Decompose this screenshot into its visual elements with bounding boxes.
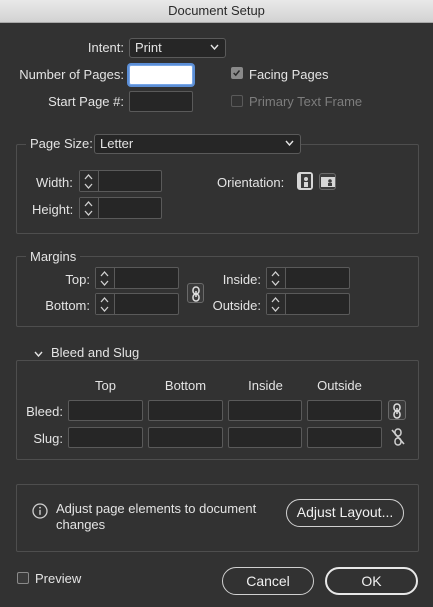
margins-group [16, 256, 419, 327]
portrait-orientation-button[interactable] [297, 172, 313, 190]
page-size-select[interactable]: Letter [94, 134, 301, 154]
margin-bottom-spinner[interactable] [95, 293, 179, 315]
slug-bottom-input[interactable] [148, 427, 223, 448]
window-title: Document Setup [168, 3, 265, 18]
column-header-top: Top [95, 378, 116, 393]
chevron-down-icon [285, 140, 294, 146]
portrait-icon [301, 174, 311, 188]
adjust-message-line-1: Adjust page elements to document [56, 501, 257, 516]
broken-link-icon [391, 428, 405, 446]
chevron-down-icon[interactable] [100, 280, 109, 286]
checkmark-icon [233, 70, 241, 77]
margin-bottom-label: Bottom: [45, 298, 90, 313]
chevron-down-icon[interactable] [271, 306, 280, 312]
slug-top-input[interactable] [68, 427, 143, 448]
cancel-button[interactable]: Cancel [222, 567, 314, 595]
chevron-up-icon[interactable] [84, 174, 93, 180]
start-page-label: Start Page #: [48, 94, 124, 109]
column-header-inside: Inside [248, 378, 283, 393]
chevron-down-icon[interactable] [84, 210, 93, 216]
intent-select[interactable]: Print [129, 38, 226, 58]
facing-pages-label: Facing Pages [249, 67, 329, 82]
preview-label: Preview [35, 571, 82, 586]
height-spinner[interactable] [79, 197, 162, 219]
bleed-inside-input[interactable] [228, 400, 302, 421]
page-size-value: Letter [100, 136, 134, 151]
link-icon [393, 403, 401, 419]
margin-inside-label: Inside: [222, 272, 261, 287]
bleed-top-input[interactable] [68, 400, 143, 421]
chevron-down-icon[interactable] [84, 183, 93, 189]
orientation-label: Orientation: [217, 175, 285, 190]
bleed-bottom-input[interactable] [148, 400, 223, 421]
adjust-message: Adjust page elements to document changes [56, 501, 256, 533]
bleed-slug-label: Bleed and Slug [51, 345, 140, 360]
chevron-up-icon[interactable] [100, 297, 109, 303]
chevron-up-icon[interactable] [100, 271, 109, 277]
adjust-layout-button[interactable]: Adjust Layout... [286, 499, 404, 527]
margin-outside-label: Outside: [212, 298, 261, 313]
bleed-label: Bleed: [26, 404, 63, 419]
primary-text-frame-label: Primary Text Frame [249, 94, 363, 109]
slug-inside-input[interactable] [228, 427, 302, 448]
margin-top-spinner[interactable] [95, 267, 179, 289]
number-of-pages-input[interactable] [129, 65, 193, 85]
margin-inside-spinner[interactable] [266, 267, 350, 289]
slug-unlink-button[interactable] [389, 427, 407, 447]
column-header-outside: Outside [317, 378, 362, 393]
margin-top-stepper-arrows[interactable] [96, 268, 115, 288]
chevron-down-icon [210, 44, 219, 50]
width-stepper-arrows[interactable] [80, 171, 99, 191]
height-stepper-arrows[interactable] [80, 198, 99, 218]
start-page-input[interactable] [129, 91, 193, 112]
slug-outside-input[interactable] [307, 427, 382, 448]
chevron-down-icon[interactable] [34, 351, 43, 357]
chevron-up-icon[interactable] [271, 297, 280, 303]
bleed-slug-disclosure[interactable]: Bleed and Slug [30, 345, 146, 360]
intent-value: Print [135, 40, 162, 55]
margin-top-label: Top: [65, 272, 90, 287]
bleed-outside-input[interactable] [307, 400, 382, 421]
margin-outside-stepper-arrows[interactable] [267, 294, 286, 314]
landscape-orientation-button[interactable] [319, 173, 336, 190]
slug-label: Slug: [33, 431, 63, 446]
chevron-up-icon[interactable] [84, 201, 93, 207]
preview-checkbox[interactable] [17, 572, 29, 584]
chevron-up-icon[interactable] [271, 271, 280, 277]
page-size-label: Page Size: [26, 136, 97, 151]
bleed-link-button[interactable] [388, 400, 406, 420]
height-label: Height: [32, 202, 74, 217]
adjust-message-line-2: changes [56, 517, 106, 532]
intent-label: Intent: [87, 40, 124, 55]
margins-label: Margins [26, 249, 81, 264]
chevron-down-icon[interactable] [100, 306, 109, 312]
number-of-pages-label: Number of Pages: [19, 67, 124, 82]
margin-bottom-stepper-arrows[interactable] [96, 294, 115, 314]
window-title-bar: Document Setup [0, 0, 433, 23]
facing-pages-checkbox[interactable] [231, 67, 243, 79]
column-header-bottom: Bottom [164, 378, 207, 393]
info-icon [32, 503, 48, 519]
chevron-down-icon[interactable] [271, 280, 280, 286]
margin-inside-stepper-arrows[interactable] [267, 268, 286, 288]
primary-text-frame-checkbox[interactable] [231, 95, 243, 107]
ok-button[interactable]: OK [325, 567, 418, 595]
width-label: Width: [36, 175, 73, 190]
margin-outside-spinner[interactable] [266, 293, 350, 315]
width-spinner[interactable] [79, 170, 162, 192]
landscape-icon [321, 177, 335, 187]
